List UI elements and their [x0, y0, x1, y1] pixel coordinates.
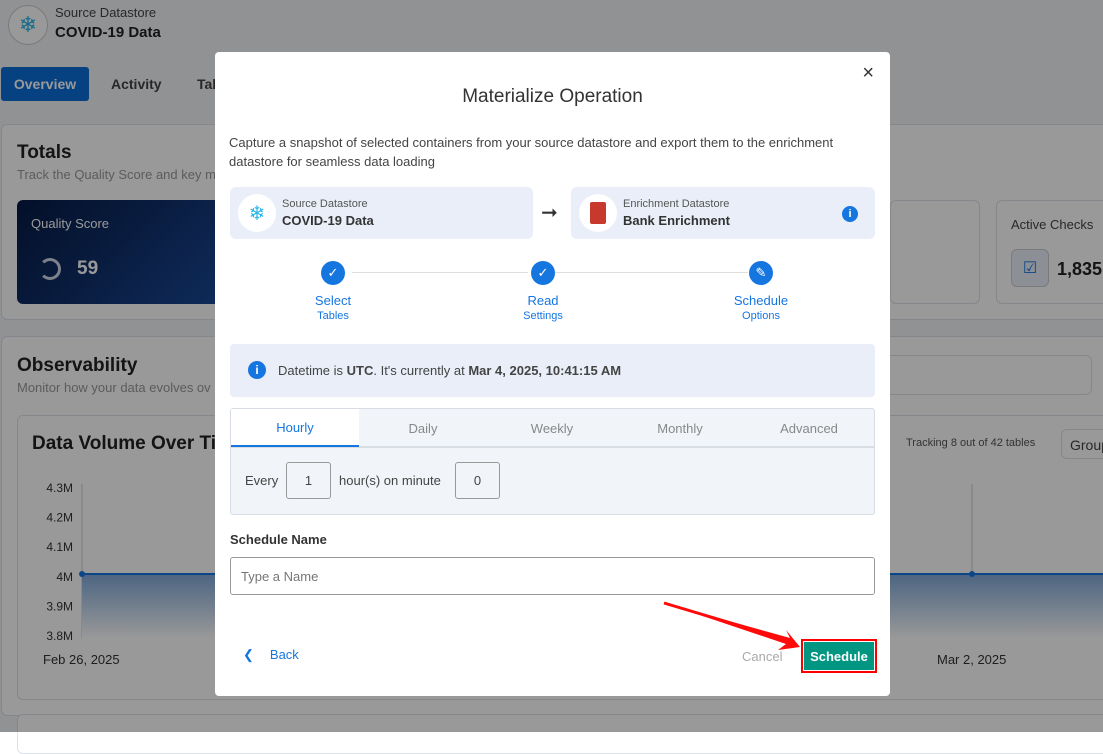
source-datastore-box: ❄ Source Datastore COVID-19 Data — [230, 187, 533, 239]
tab-daily[interactable]: Daily — [359, 409, 487, 447]
step-check-icon: ✓ — [321, 261, 345, 285]
stepper-line — [555, 272, 748, 273]
timezone-info-banner: i Datetime is UTC. It's currently at Mar… — [230, 344, 875, 397]
tab-monthly[interactable]: Monthly — [616, 409, 744, 447]
every-label: Every — [245, 473, 279, 488]
amazon-s3-icon — [579, 194, 617, 232]
snowflake-icon: ❄ — [238, 194, 276, 232]
timezone-info-text: Datetime is UTC. It's currently at Mar 4… — [278, 363, 622, 378]
modal-description: Capture a snapshot of selected container… — [229, 135, 834, 169]
minute-label: hour(s) on minute — [339, 473, 441, 488]
close-icon[interactable]: × — [862, 62, 874, 85]
back-button[interactable]: ❮ Back — [243, 647, 299, 663]
minute-input[interactable]: 0 — [455, 462, 500, 499]
arrow-right-icon: ➞ — [541, 202, 558, 224]
schedule-button-highlight: Schedule — [801, 639, 877, 673]
tab-weekly[interactable]: Weekly — [488, 409, 616, 447]
step-subtitle: Settings — [523, 310, 563, 322]
cancel-button[interactable]: Cancel — [742, 649, 782, 664]
schedule-name-label: Schedule Name — [230, 532, 327, 547]
enrichment-name: Bank Enrichment — [623, 213, 730, 228]
info-icon: i — [248, 361, 266, 379]
step-title: Schedule — [733, 293, 789, 308]
step-subtitle: Options — [742, 310, 780, 322]
schedule-button[interactable]: Schedule — [804, 642, 874, 670]
back-label: Back — [269, 647, 299, 662]
tab-advanced[interactable]: Advanced — [745, 409, 873, 447]
info-icon[interactable]: i — [842, 206, 858, 222]
hour-interval-input[interactable]: 1 — [286, 462, 331, 499]
source-name: COVID-19 Data — [282, 213, 374, 228]
step-subtitle: Tables — [317, 310, 349, 322]
schedule-tabs-panel: Hourly Daily Weekly Monthly Advanced Eve… — [230, 408, 875, 515]
chevron-left-icon: ❮ — [243, 647, 254, 662]
materialize-modal: × Materialize Operation Capture a snapsh… — [215, 52, 890, 696]
modal-title: Materialize Operation — [462, 86, 643, 107]
schedule-name-input[interactable] — [230, 557, 875, 595]
source-label: Source Datastore — [282, 198, 368, 210]
step-check-icon: ✓ — [531, 261, 555, 285]
enrichment-datastore-box: Enrichment Datastore Bank Enrichment i — [571, 187, 875, 239]
step-edit-icon: ✎ — [749, 261, 773, 285]
stepper-line — [352, 272, 528, 273]
step-title: Select — [314, 293, 352, 308]
enrichment-label: Enrichment Datastore — [623, 198, 730, 210]
tab-hourly[interactable]: Hourly — [231, 409, 359, 447]
step-title: Read — [527, 293, 559, 308]
